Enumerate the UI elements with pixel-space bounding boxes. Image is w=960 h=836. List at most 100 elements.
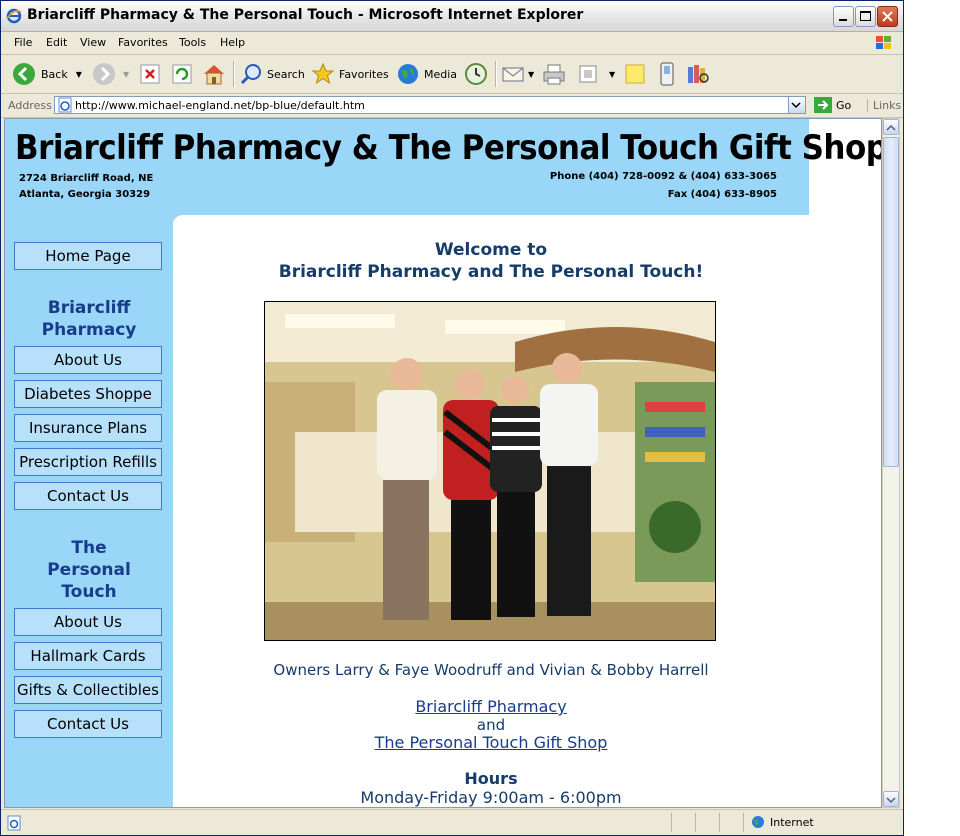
favorites-label: Favorites — [339, 67, 389, 81]
home-icon — [204, 65, 224, 85]
window-title: Briarcliff Pharmacy & The Personal Touch… — [27, 7, 584, 23]
hours-weekday: Monday-Friday 9:00am - 6:00pm — [360, 788, 622, 807]
links-button[interactable]: Links — [867, 99, 901, 112]
nav-prescription-refills[interactable]: Prescription Refills — [14, 448, 162, 476]
link-personal-touch-gift-shop[interactable]: The Personal Touch Gift Shop — [375, 733, 608, 752]
address-field[interactable]: http://www.michael-england.net/bp-blue/d… — [54, 96, 806, 114]
printer-icon — [543, 64, 565, 85]
title-bar: Briarcliff Pharmacy & The Personal Touch… — [1, 1, 903, 32]
internet-globe-icon — [752, 816, 764, 828]
back-dropdown-icon[interactable]: ▼ — [76, 70, 82, 79]
nav-hallmark-cards[interactable]: Hallmark Cards — [14, 642, 162, 670]
menu-file[interactable]: File — [14, 36, 32, 49]
discuss-button[interactable] — [623, 60, 647, 88]
mail-dropdown-icon[interactable]: ▼ — [528, 70, 534, 79]
refresh-icon — [172, 64, 192, 84]
forward-button[interactable]: ▼ — [91, 60, 129, 88]
go-label: Go — [836, 98, 852, 112]
address-dropdown-button[interactable] — [788, 97, 805, 113]
search-label: Search — [267, 67, 305, 81]
search-icon — [240, 64, 261, 85]
pharmacy-owners-image — [265, 302, 715, 640]
history-icon — [465, 63, 487, 85]
chevron-down-icon — [886, 797, 896, 804]
windows-logo-icon — [876, 36, 891, 49]
owners-caption: Owners Larry & Faye Woodruff and Vivian … — [273, 661, 709, 679]
minimize-icon — [839, 19, 847, 21]
back-button[interactable]: Back ▼ — [11, 60, 82, 88]
messenger-button[interactable] — [657, 60, 677, 88]
nav-home-page[interactable]: Home Page — [14, 242, 162, 270]
menu-edit[interactable]: Edit — [46, 36, 67, 49]
research-books-icon — [688, 65, 709, 83]
edit-button[interactable]: ▼ — [577, 60, 615, 88]
forward-arrow-icon — [93, 63, 115, 85]
address-url: http://www.michael-england.net/bp-blue/d… — [75, 99, 365, 112]
stop-button[interactable] — [139, 60, 161, 88]
close-button[interactable] — [877, 6, 898, 27]
close-icon — [882, 11, 893, 22]
refresh-button[interactable] — [171, 60, 193, 88]
home-button[interactable] — [201, 60, 227, 88]
favorites-button[interactable]: Favorites — [311, 60, 389, 88]
nav-touch-about-us[interactable]: About Us — [14, 608, 162, 636]
nav-gifts-collectibles[interactable]: Gifts & Collectibles — [14, 676, 162, 704]
personal-touch-heading: The Personal Touch — [47, 538, 131, 602]
menu-favorites[interactable]: Favorites — [118, 36, 168, 49]
maximize-icon — [860, 11, 871, 21]
mail-icon — [502, 67, 524, 82]
nav-pharmacy-contact-us[interactable]: Contact Us — [14, 482, 162, 510]
go-button[interactable]: Go — [814, 97, 851, 113]
edit-dropdown-icon[interactable]: ▼ — [609, 70, 615, 79]
chevron-down-icon — [791, 102, 801, 109]
go-arrow-icon — [814, 97, 832, 113]
search-button[interactable]: Search — [239, 60, 305, 88]
media-button[interactable]: Media — [396, 60, 457, 88]
nav-touch-contact-us[interactable]: Contact Us — [14, 710, 162, 738]
page-viewport: Briarcliff Pharmacy & The Personal Touch… — [4, 118, 882, 808]
address-bar: Address http://www.michael-england.net/b… — [1, 94, 903, 118]
maximize-button[interactable] — [855, 6, 876, 27]
minimize-button[interactable] — [833, 6, 854, 27]
fax-number: Fax (404) 633-8905 — [667, 189, 777, 200]
status-bar: Internet — [1, 809, 903, 835]
ie-logo-icon — [6, 8, 22, 24]
owners-photo — [264, 301, 716, 641]
menu-help[interactable]: Help — [220, 36, 245, 49]
hours-heading: Hours — [464, 769, 518, 788]
zone-label: Internet — [770, 815, 814, 829]
stop-icon — [140, 64, 160, 84]
menu-tools[interactable]: Tools — [179, 36, 206, 49]
and-text: and — [476, 716, 506, 734]
nav-diabetes-shoppe[interactable]: Diabetes Shoppe — [14, 380, 162, 408]
phone-device-icon — [660, 62, 674, 86]
history-button[interactable] — [463, 60, 489, 88]
forward-dropdown-icon[interactable]: ▼ — [123, 70, 129, 79]
nav-pharmacy-about-us[interactable]: About Us — [14, 346, 162, 374]
link-briarcliff-pharmacy[interactable]: Briarcliff Pharmacy — [415, 697, 566, 716]
address-label: Address — [8, 99, 52, 112]
welcome-heading: Welcome to Briarcliff Pharmacy and The P… — [278, 240, 704, 282]
scroll-down-button[interactable] — [883, 791, 899, 807]
menu-view[interactable]: View — [80, 36, 106, 49]
mail-button[interactable]: ▼ — [501, 60, 534, 88]
sidebar-nav: Home Page Briarcliff Pharmacy About Us D… — [5, 215, 173, 807]
nav-insurance-plans[interactable]: Insurance Plans — [14, 414, 162, 442]
address-city: Atlanta, Georgia 30329 — [19, 189, 151, 200]
site-title: Briarcliff Pharmacy & The Personal Touch… — [15, 129, 882, 168]
media-label: Media — [424, 67, 458, 81]
edit-page-icon — [579, 65, 597, 83]
browser-window: Briarcliff Pharmacy & The Personal Touch… — [0, 0, 904, 836]
pharmacy-heading: Briarcliff Pharmacy — [41, 298, 137, 340]
scroll-thumb[interactable] — [883, 137, 899, 467]
standard-toolbar: Back ▼ ▼ Search Favorites Media ▼ ▼ — [1, 55, 903, 94]
vertical-scrollbar[interactable] — [882, 118, 900, 808]
print-button[interactable] — [541, 60, 567, 88]
scroll-up-button[interactable] — [883, 119, 899, 135]
site-header: Briarcliff Pharmacy & The Personal Touch… — [5, 119, 881, 215]
menu-bar: File Edit View Favorites Tools Help — [1, 32, 903, 55]
research-button[interactable] — [685, 60, 711, 88]
page-icon — [58, 97, 72, 113]
security-zone: Internet — [751, 815, 814, 829]
media-globe-icon — [398, 64, 418, 84]
